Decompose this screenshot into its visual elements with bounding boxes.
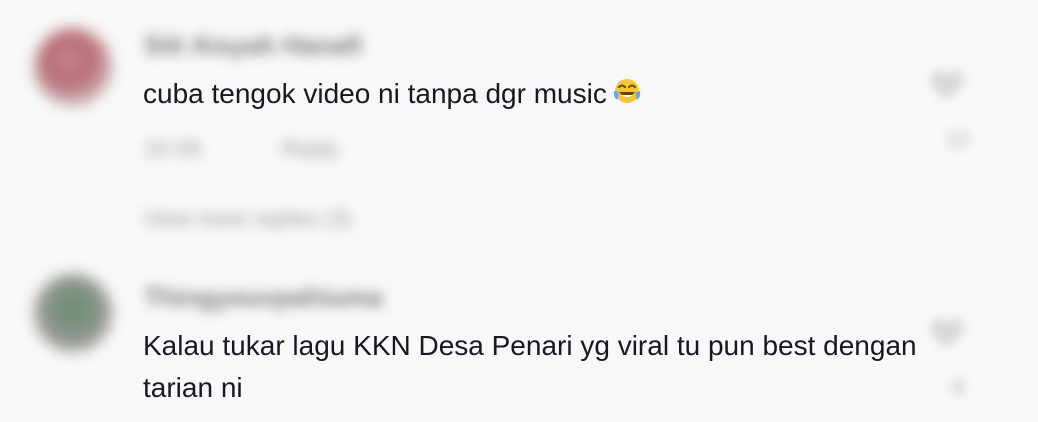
comment-username[interactable]: Siti Aisyah Hanafi xyxy=(144,30,363,61)
like-count: 12 xyxy=(946,129,970,151)
comment-text-body: cuba tengok video ni tanpa dgr music xyxy=(143,78,607,109)
reply-button[interactable]: Reply xyxy=(282,136,338,162)
comment-username[interactable]: Thingyouvpahiuma xyxy=(144,282,382,313)
view-replies-button[interactable]: View more replies (3) xyxy=(144,206,351,232)
comment-text: Kalau tukar lagu KKN Desa Penari yg vira… xyxy=(143,330,917,403)
face-with-tears-of-joy-icon xyxy=(613,79,641,103)
comment-item: Thingyouvpahiuma Kalau tukar lagu KKN De… xyxy=(0,262,1038,422)
like-count: 8 xyxy=(952,377,964,399)
comment-time: 10-28 xyxy=(144,136,201,161)
like-control[interactable]: 8 xyxy=(928,318,988,400)
like-control[interactable]: 12 xyxy=(928,70,988,152)
heart-icon[interactable] xyxy=(928,318,966,350)
avatar[interactable] xyxy=(34,274,112,352)
comment-text: cuba tengok video ni tanpa dgr music xyxy=(143,73,923,115)
heart-icon[interactable] xyxy=(928,70,966,102)
comment-item: Siti Aisyah Hanafi cuba tengok video ni … xyxy=(0,0,1038,262)
avatar[interactable] xyxy=(34,28,112,106)
